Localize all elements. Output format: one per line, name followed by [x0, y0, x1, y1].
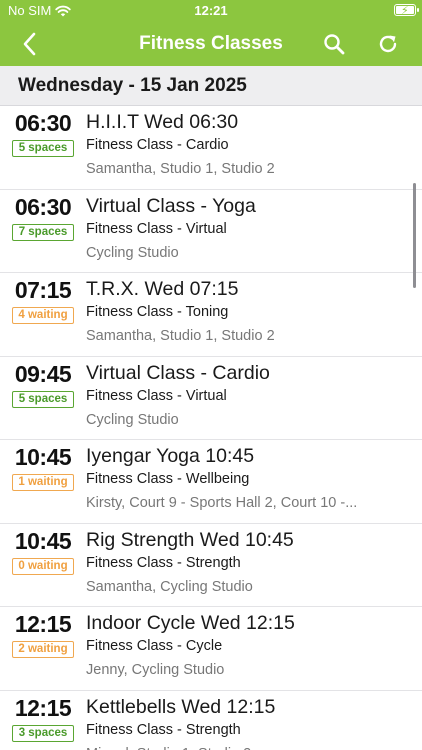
class-info: Rig Strength Wed 10:45 Fitness Class - St…: [86, 529, 372, 595]
class-location: Jenny, Cycling Studio: [86, 662, 225, 678]
class-name: H.I.I.T Wed 06:30: [86, 111, 239, 133]
class-type: Fitness Class - Cycle: [86, 638, 223, 654]
class-name: Iyengar Yoga 10:45: [86, 445, 255, 467]
class-type: Fitness Class - Virtual: [86, 220, 227, 237]
search-button[interactable]: [318, 28, 350, 60]
time-column: 12:15 2 waiting: [0, 611, 86, 658]
class-row[interactable]: 07:15 4 waiting T.R.X. Wed 07:15 Fitness Cl…: [0, 273, 422, 357]
availability-badge: 4 waiting: [12, 307, 74, 324]
date-label: Wednesday - 15 Jan 2025: [18, 75, 247, 96]
refresh-icon: [379, 35, 397, 53]
class-row[interactable]: 10:45 1 waiting Iyengar Yoga 10:45 Fitness …: [0, 440, 422, 524]
class-type: Fitness Class - Strength: [86, 554, 241, 571]
time-column: 07:15 4 waiting: [0, 277, 86, 324]
class-info: Indoor Cycle Wed 12:15 Fitness Class - Cy…: [86, 612, 372, 678]
class-location: Samantha, Studio 1, Studio 2: [86, 161, 275, 177]
availability-badge: 2 waiting: [12, 641, 74, 658]
availability-badge: 7 spaces: [12, 223, 74, 241]
class-row[interactable]: 06:30 5 spaces H.I.I.T Wed 06:30 Fitness Cl…: [0, 106, 422, 190]
class-info: Kettlebells Wed 12:15 Fitness Class - Str…: [86, 696, 372, 750]
class-info: Virtual Class - Cardio Fitness Class - Vi…: [86, 362, 372, 428]
class-name: T.R.X. Wed 07:15: [86, 278, 239, 300]
availability-badge: 1 waiting: [12, 474, 74, 491]
class-time: 06:30: [14, 193, 72, 220]
class-info: T.R.X. Wed 07:15 Fitness Class - Toning Sa…: [86, 278, 372, 344]
class-location: Cycling Studio: [86, 411, 179, 428]
status-time: 12:21: [194, 3, 228, 18]
class-time: 12:15: [14, 694, 72, 721]
class-type: Fitness Class - Toning: [86, 304, 229, 320]
time-column: 09:45 5 spaces: [0, 361, 86, 408]
battery-icon: ⚡: [394, 4, 419, 17]
app-header: No SIM 12:21 ⚡ Fitness Classes: [0, 0, 422, 66]
time-column: 10:45 1 waiting: [0, 444, 86, 491]
class-time: 07:15: [14, 277, 72, 303]
class-time: 12:15: [14, 611, 72, 637]
class-time: 10:45: [14, 444, 72, 470]
class-type: Fitness Class - Strength: [86, 721, 241, 738]
time-column: 12:15 3 spaces: [0, 695, 86, 742]
status-bar: No SIM 12:21 ⚡: [0, 0, 422, 22]
class-time: 10:45: [14, 527, 72, 554]
class-name: Rig Strength Wed 10:45: [86, 528, 294, 551]
class-info: Virtual Class - Yoga Fitness Class - Virt…: [86, 195, 372, 261]
class-name: Indoor Cycle Wed 12:15: [86, 612, 295, 634]
class-type: Fitness Class - Wellbeing: [86, 471, 250, 487]
class-name: Virtual Class - Cardio: [86, 361, 270, 384]
class-location: Samantha, Studio 1, Studio 2: [86, 328, 275, 344]
scrollbar[interactable]: [413, 183, 416, 288]
class-location: Samantha, Cycling Studio: [86, 578, 253, 595]
class-info: H.I.I.T Wed 06:30 Fitness Class - Cardio S…: [86, 111, 372, 177]
class-type: Fitness Class - Cardio: [86, 137, 229, 153]
availability-badge: 0 waiting: [12, 557, 74, 575]
class-name: Kettlebells Wed 12:15: [86, 695, 276, 718]
class-time: 09:45: [14, 360, 72, 387]
class-time: 06:30: [14, 110, 72, 136]
page-title: Fitness Classes: [139, 33, 283, 54]
date-section-header: Wednesday - 15 Jan 2025: [0, 66, 422, 106]
class-type: Fitness Class - Virtual: [86, 387, 227, 404]
class-row[interactable]: 12:15 2 waiting Indoor Cycle Wed 12:15 Fitn…: [0, 607, 422, 691]
class-info: Iyengar Yoga 10:45 Fitness Class - Wellbe…: [86, 445, 372, 511]
time-column: 10:45 0 waiting: [0, 528, 86, 575]
class-location: Cycling Studio: [86, 244, 179, 261]
availability-badge: 5 spaces: [12, 140, 74, 157]
availability-badge: 5 spaces: [12, 390, 74, 408]
navigation-bar: Fitness Classes: [0, 22, 422, 66]
search-icon: [324, 34, 345, 55]
class-list: 06:30 5 spaces H.I.I.T Wed 06:30 Fitness Cl…: [0, 106, 422, 750]
class-name: Virtual Class - Yoga: [86, 194, 256, 217]
time-column: 06:30 7 spaces: [0, 194, 86, 241]
class-row[interactable]: 12:15 3 spaces Kettlebells Wed 12:15 Fitnes…: [0, 691, 422, 750]
class-location: Miguel, Studio 1, Studio 2: [86, 746, 372, 750]
refresh-button[interactable]: [372, 28, 404, 60]
availability-badge: 3 spaces: [12, 724, 74, 742]
class-location: Kirsty, Court 9 - Sports Hall 2, Court 1…: [86, 495, 358, 511]
class-row[interactable]: 06:30 7 spaces Virtual Class - Yoga Fitness…: [0, 190, 422, 273]
class-row[interactable]: 09:45 5 spaces Virtual Class - Cardio Fitne…: [0, 357, 422, 440]
class-row[interactable]: 10:45 0 waiting Rig Strength Wed 10:45 Fitn…: [0, 524, 422, 607]
time-column: 06:30 5 spaces: [0, 110, 86, 157]
